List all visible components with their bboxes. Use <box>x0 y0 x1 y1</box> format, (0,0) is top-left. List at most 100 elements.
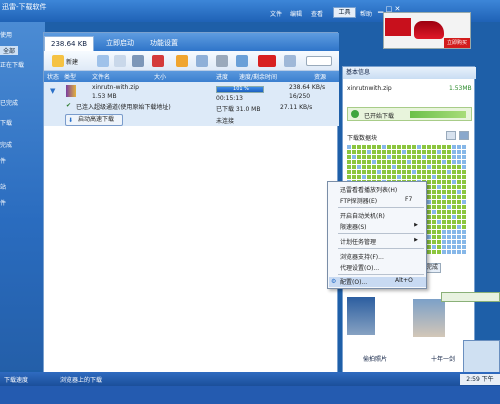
data-block <box>357 145 361 149</box>
col-type[interactable]: 类型 <box>64 72 76 81</box>
expand-icon[interactable]: ▼ <box>50 87 55 95</box>
strip-item[interactable]: 件 <box>0 198 6 207</box>
thumbnail-label[interactable]: 十年一剑 <box>431 354 455 363</box>
data-block <box>457 180 461 184</box>
menu-item-schedule[interactable]: 计划任务管理 ▶ <box>340 237 426 246</box>
taskbar <box>0 386 500 404</box>
menu-item-browser-support[interactable]: 浏览器支持(F)... <box>340 252 384 261</box>
delete-icon[interactable] <box>152 55 164 67</box>
menu-item-playlist[interactable]: 迅雷看看播放列表(H) <box>340 185 397 194</box>
col-filename[interactable]: 文件名 <box>92 72 110 81</box>
strip-item[interactable]: 站 <box>0 182 6 191</box>
data-block <box>372 150 376 154</box>
search-input[interactable] <box>306 56 332 66</box>
ime-toolbar[interactable] <box>441 292 500 302</box>
menu-edit[interactable]: 编辑 <box>290 9 302 18</box>
thumbnail-label[interactable]: 偷拍照片 <box>363 354 387 363</box>
resume-icon[interactable] <box>114 55 126 67</box>
tab-settings[interactable]: 功能设置 <box>144 36 184 51</box>
menu-item-ftp[interactable]: FTP探测器(E) F7 <box>340 196 412 205</box>
data-block <box>432 195 436 199</box>
menu-tools[interactable]: 工具 <box>333 7 356 18</box>
menu-view[interactable]: 查看 <box>311 9 323 18</box>
data-block <box>462 185 466 189</box>
data-block <box>427 250 431 254</box>
start-icon[interactable] <box>97 55 109 67</box>
col-status[interactable]: 状态 <box>47 72 59 81</box>
data-block <box>377 155 381 159</box>
thumbnail-image[interactable] <box>413 299 445 337</box>
data-block <box>362 160 366 164</box>
menu-separator <box>338 233 424 234</box>
grid-view-icon[interactable] <box>459 131 469 140</box>
data-block <box>437 195 441 199</box>
strip-item[interactable]: 使用 <box>0 30 12 39</box>
data-block <box>432 230 436 234</box>
data-block <box>427 180 431 184</box>
data-block <box>457 215 461 219</box>
menu-item-label: 限速器(S) <box>340 224 367 231</box>
folder-icon[interactable] <box>176 55 188 67</box>
data-block <box>457 205 461 209</box>
data-block <box>437 200 441 204</box>
tab-speed[interactable]: 238.64 KB <box>44 36 95 51</box>
data-block <box>412 165 416 169</box>
menu-file[interactable]: 文件 <box>270 9 282 18</box>
data-block <box>347 160 351 164</box>
data-block <box>462 240 466 244</box>
strip-item[interactable]: 全部 <box>0 46 19 55</box>
data-block <box>427 175 431 179</box>
search-icon[interactable] <box>236 55 248 67</box>
strip-item[interactable]: 件 <box>0 156 6 165</box>
more-icon[interactable] <box>284 55 296 67</box>
menu-item-proxy[interactable]: 代理设置(O)... <box>340 263 379 272</box>
data-block <box>452 150 456 154</box>
list-view-icon[interactable] <box>446 131 456 140</box>
data-block <box>372 160 376 164</box>
menu-item-auto-shutdown[interactable]: 开启自动关机(R) <box>340 211 385 220</box>
strip-item[interactable]: 下载 <box>0 118 12 127</box>
col-resource[interactable]: 资源 <box>314 72 326 81</box>
data-block <box>427 230 431 234</box>
pause-icon[interactable] <box>132 55 144 67</box>
ad-banner[interactable]: 立即购买 <box>383 12 471 49</box>
strip-item[interactable]: 已完成 <box>0 98 18 107</box>
data-block <box>362 165 366 169</box>
status-item[interactable]: 浏览器上的下载 <box>60 375 102 384</box>
high-speed-download-button[interactable]: ⬇ 启动高速下载 <box>65 114 123 126</box>
data-block <box>432 160 436 164</box>
strip-item[interactable]: 完成 <box>0 140 12 149</box>
data-block <box>427 200 431 204</box>
new-task-icon[interactable] <box>52 55 64 67</box>
vip-icon[interactable] <box>258 55 276 67</box>
table-row[interactable]: ▼ xinrutn-with.zip 1.53 MB ✔ 已连入超级通道(使用原… <box>44 82 339 126</box>
settings-icon[interactable] <box>216 55 228 67</box>
menu-item-label: 计划任务管理 <box>340 239 377 246</box>
menu-item-speed-limit[interactable]: 限速器(S) ▶ <box>340 222 426 231</box>
data-block <box>432 170 436 174</box>
data-block <box>347 170 351 174</box>
col-progress[interactable]: 进度 <box>216 72 228 81</box>
tools-context-menu: 迅雷看看播放列表(H) FTP探测器(E) F7 开启自动关机(R) 限速器(S… <box>327 181 427 289</box>
col-size[interactable]: 大小 <box>154 72 166 81</box>
new-task-label[interactable]: 新建 <box>66 57 78 66</box>
data-block <box>362 170 366 174</box>
data-block <box>452 230 456 234</box>
col-speed[interactable]: 速度/剩余时间 <box>239 72 277 81</box>
data-block <box>432 200 436 204</box>
menu-item-config[interactable]: ⚙ 配置(O)... Alt+O <box>329 277 426 287</box>
data-block <box>397 145 401 149</box>
tab-start[interactable]: 立即启动 <box>100 36 140 51</box>
thumbnail-image[interactable] <box>347 297 375 335</box>
status-item[interactable]: 下载速度 <box>4 375 28 384</box>
data-block <box>367 160 371 164</box>
data-block <box>377 165 381 169</box>
data-block <box>442 225 446 229</box>
data-block <box>437 150 441 154</box>
properties-icon[interactable] <box>196 55 208 67</box>
menu-help[interactable]: 帮助 <box>360 9 372 18</box>
strip-item[interactable]: 正在下载 <box>0 60 24 69</box>
data-block <box>447 150 451 154</box>
data-block <box>427 155 431 159</box>
ad-buy-button[interactable]: 立即购买 <box>444 38 470 48</box>
